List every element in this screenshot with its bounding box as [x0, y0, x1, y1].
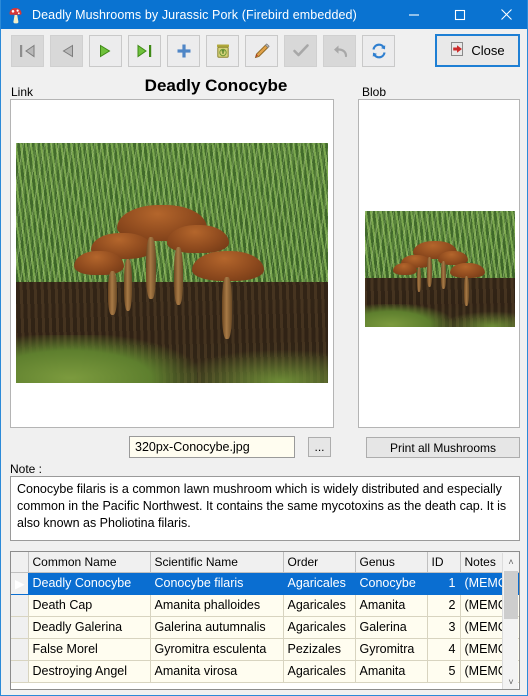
refresh-data-button[interactable]	[362, 35, 395, 67]
next-record-button[interactable]	[89, 35, 122, 67]
arrow-last-icon	[137, 44, 151, 58]
close-button-label: Close	[471, 43, 505, 58]
undo-icon	[333, 45, 347, 58]
blob-image	[365, 211, 515, 327]
application-window: Deadly Mushrooms by Jurassic Pork (Fireb…	[0, 0, 528, 696]
scroll-down-icon[interactable]: ˅	[503, 673, 519, 689]
first-record-button[interactable]	[11, 35, 44, 67]
cell-order[interactable]: Agaricales	[283, 660, 356, 683]
cell-order[interactable]: Agaricales	[283, 572, 356, 595]
cell-scientific-name[interactable]: Amanita virosa	[150, 660, 284, 683]
cell-order[interactable]: Agaricales	[283, 594, 356, 617]
cell-scientific-name[interactable]: Conocybe filaris	[150, 572, 284, 595]
cell-order[interactable]: Pezizales	[283, 638, 356, 661]
maximize-button[interactable]	[437, 0, 483, 29]
cell-id[interactable]: 1	[427, 572, 461, 595]
row-indicator: ▶	[11, 572, 29, 595]
grid-vertical-scrollbar[interactable]: ˄ ˅	[502, 553, 519, 689]
table-row[interactable]: ▶ Deadly Conocybe Conocybe filaris Agari…	[11, 572, 519, 595]
cell-id[interactable]: 4	[427, 638, 461, 661]
row-indicator	[11, 638, 29, 661]
grid-table: Common Name Scientific Name Order Genus …	[11, 552, 519, 683]
edit-record-button[interactable]	[245, 35, 278, 67]
column-header-common-name[interactable]: Common Name	[28, 552, 151, 573]
cell-id[interactable]: 2	[427, 594, 461, 617]
note-textarea[interactable]: Conocybe filaris is a common lawn mushro…	[10, 476, 520, 541]
grid-header-row: Common Name Scientific Name Order Genus …	[11, 552, 519, 573]
close-button[interactable]: Close	[435, 34, 520, 67]
cell-id[interactable]: 3	[427, 616, 461, 639]
cell-id[interactable]: 5	[427, 660, 461, 683]
cell-genus[interactable]: Amanita	[355, 660, 428, 683]
prior-record-button[interactable]	[50, 35, 83, 67]
scroll-up-icon[interactable]: ˄	[503, 553, 519, 570]
grid-indicator-header	[11, 552, 29, 573]
note-label: Note :	[10, 462, 43, 476]
title-bar: Deadly Mushrooms by Jurassic Pork (Fireb…	[1, 0, 527, 29]
cell-common-name[interactable]: False Morel	[28, 638, 151, 661]
scrollbar-thumb[interactable]	[504, 571, 518, 619]
navigator-toolbar: Close	[2, 29, 527, 73]
link-image-panel[interactable]	[10, 99, 334, 428]
cell-common-name[interactable]: Deadly Conocybe	[28, 572, 151, 595]
last-record-button[interactable]	[128, 35, 161, 67]
mushroom-icon	[6, 5, 26, 25]
cell-genus[interactable]: Gyromitra	[355, 638, 428, 661]
link-image	[16, 143, 328, 383]
row-indicator	[11, 616, 29, 639]
delete-record-button[interactable]	[206, 35, 239, 67]
cancel-edit-button[interactable]	[323, 35, 356, 67]
row-indicator	[11, 660, 29, 683]
cell-genus[interactable]: Galerina	[355, 616, 428, 639]
cell-genus[interactable]: Conocybe	[355, 572, 428, 595]
check-icon	[292, 44, 309, 57]
pencil-icon	[254, 43, 270, 59]
column-header-id[interactable]: ID	[427, 552, 461, 573]
filename-input[interactable]	[129, 436, 295, 458]
cell-scientific-name[interactable]: Amanita phalloides	[150, 594, 284, 617]
mushroom-data-grid[interactable]: Common Name Scientific Name Order Genus …	[10, 551, 520, 690]
blob-group-label: Blob	[362, 85, 387, 99]
plus-icon	[177, 44, 190, 58]
table-row[interactable]: Destroying Angel Amanita virosa Agarical…	[11, 660, 519, 683]
cell-common-name[interactable]: Destroying Angel	[28, 660, 151, 683]
cell-order[interactable]: Agaricales	[283, 616, 356, 639]
blob-image-panel[interactable]	[358, 99, 520, 428]
arrow-first-icon	[19, 44, 34, 58]
insert-record-button[interactable]	[167, 35, 200, 67]
cell-common-name[interactable]: Death Cap	[28, 594, 151, 617]
record-heading: Deadly Conocybe	[144, 76, 288, 95]
column-header-scientific-name[interactable]: Scientific Name	[150, 552, 284, 573]
table-row[interactable]: False Morel Gyromitra esculenta Pezizale…	[11, 638, 519, 661]
window-controls	[391, 0, 527, 29]
exit-door-icon	[450, 41, 466, 60]
arrow-right-icon	[99, 44, 110, 58]
cell-scientific-name[interactable]: Galerina autumnalis	[150, 616, 284, 639]
refresh-icon	[371, 43, 386, 59]
print-all-mushrooms-button[interactable]: Print all Mushrooms	[366, 437, 520, 458]
link-group-label: Link	[11, 85, 34, 99]
close-window-button[interactable]	[483, 0, 527, 29]
column-header-genus[interactable]: Genus	[355, 552, 428, 573]
minimize-button[interactable]	[391, 0, 437, 29]
arrow-left-icon	[62, 44, 73, 58]
row-indicator	[11, 594, 29, 617]
cell-common-name[interactable]: Deadly Galerina	[28, 616, 151, 639]
trash-icon	[216, 44, 229, 58]
post-record-button[interactable]	[284, 35, 317, 67]
table-row[interactable]: Deadly Galerina Galerina autumnalis Agar…	[11, 616, 519, 639]
window-title: Deadly Mushrooms by Jurassic Pork (Fireb…	[32, 7, 357, 22]
browse-file-button[interactable]: ...	[308, 437, 331, 457]
cell-genus[interactable]: Amanita	[355, 594, 428, 617]
table-row[interactable]: Death Cap Amanita phalloides Agaricales …	[11, 594, 519, 617]
cell-scientific-name[interactable]: Gyromitra esculenta	[150, 638, 284, 661]
column-header-order[interactable]: Order	[283, 552, 356, 573]
